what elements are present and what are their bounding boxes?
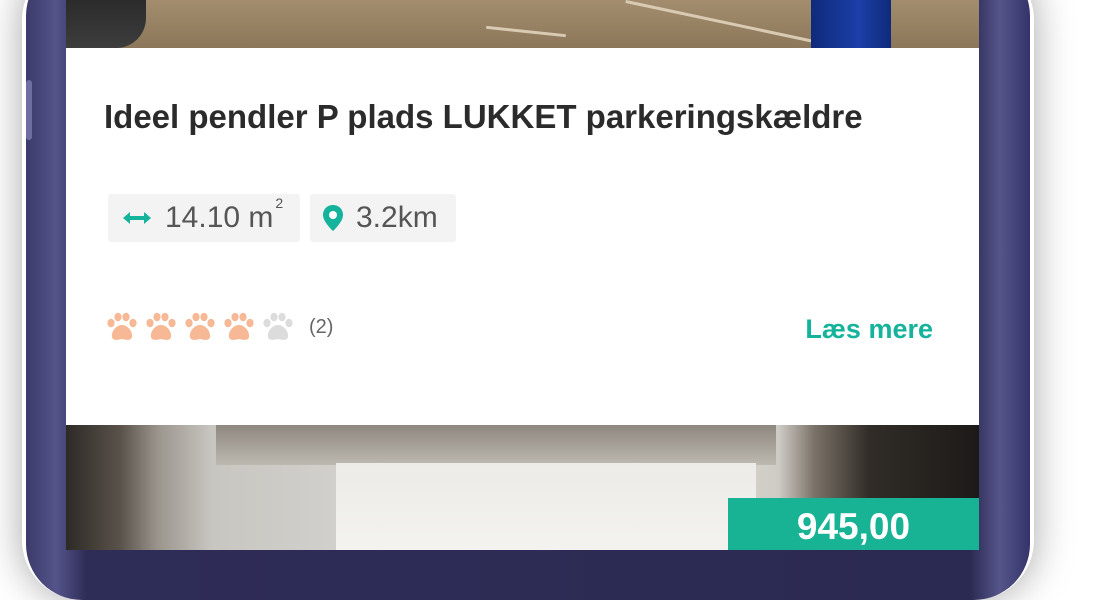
price-badge: 945,00 [728,498,979,550]
paw-filled-icon [185,312,215,340]
ceiling-beam [216,425,776,465]
phone-side-button [26,80,32,140]
listing-photo[interactable] [66,0,979,48]
paw-empty-icon [263,312,293,340]
blue-pillar [811,0,891,48]
read-more-link[interactable]: Læs mere [805,314,933,345]
listing-card[interactable]: Ideel pendler P plads LUKKET parkeringsk… [66,48,979,425]
rating: (2) [106,312,333,342]
listing-title: Ideel pendler P plads LUKKET parkeringsk… [104,98,863,135]
paw-filled-icon [224,312,254,340]
rating-count: (2) [309,315,334,338]
distance-chip: 3.2km [310,194,456,242]
paw-filled-icon [107,312,137,340]
car-shadow [66,0,146,48]
parking-line [486,25,566,38]
map-pin-icon [323,205,343,231]
paw-rating [106,312,301,342]
paw-filled-icon [146,312,176,340]
arrows-horizontal-icon [123,212,151,224]
garage-wall [336,463,756,550]
distance-value: 3.2km [356,201,438,234]
app-screen: Ideel pendler P plads LUKKET parkeringsk… [66,0,979,550]
size-unit-superscript: 2 [275,195,284,211]
size-chip: 14.10 m2 [108,194,300,242]
size-value: 14.10 m2 [165,195,284,234]
